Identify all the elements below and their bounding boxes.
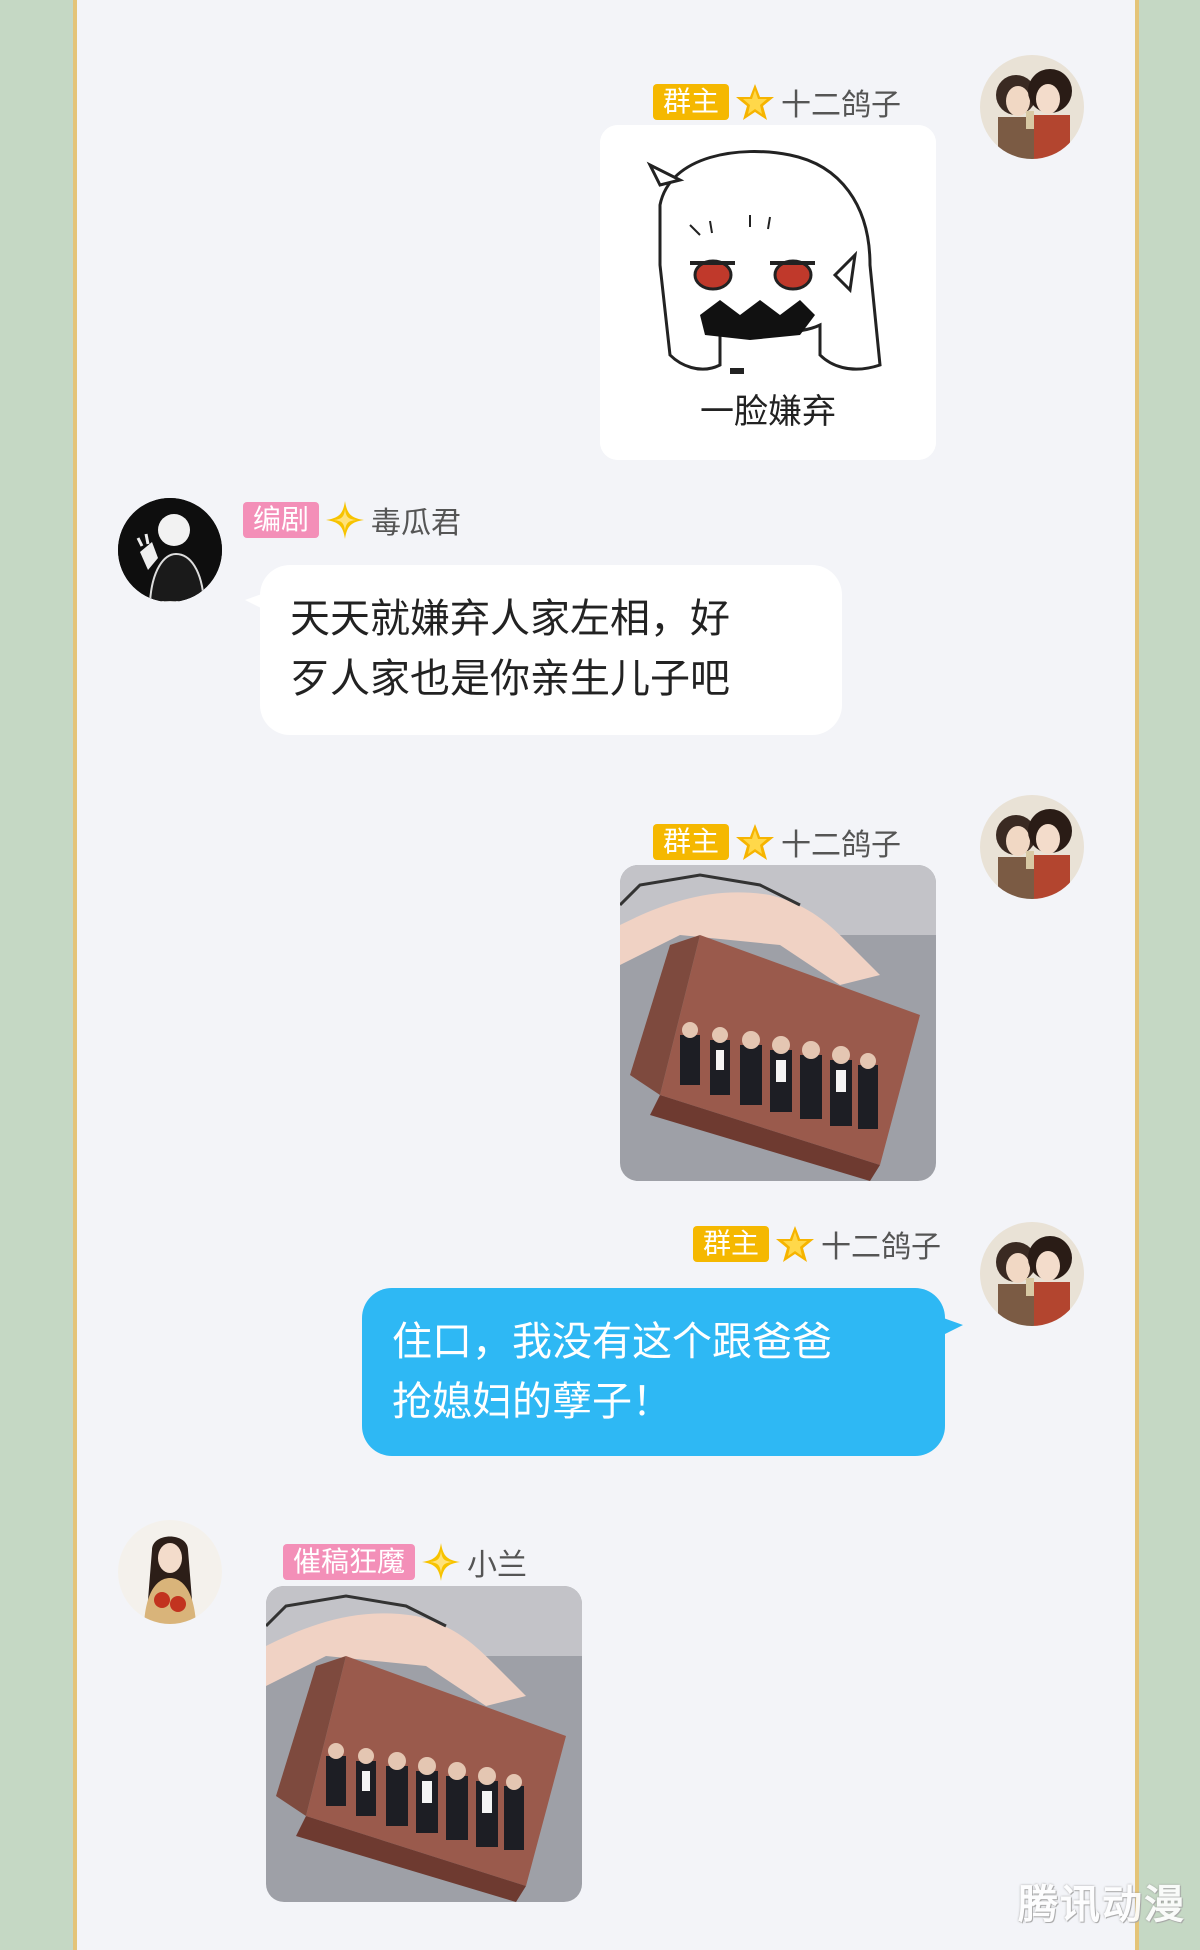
message-line: 天天就嫌弃人家左相，好 (290, 596, 730, 642)
text-message-bubble[interactable]: 天天就嫌弃人家左相，好 歹人家也是你亲生儿子吧 (260, 565, 842, 735)
gold-star-icon (775, 1224, 815, 1264)
gold-star-icon (735, 82, 775, 122)
bubble-tail (935, 1315, 963, 1339)
avatar-xiao-lan[interactable] (118, 1520, 222, 1624)
deadline-demon-badge: 催稿狂魔 (283, 1544, 416, 1580)
owner-badge: 群主 (693, 1226, 770, 1262)
avatar-du-gua-jun[interactable] (118, 498, 222, 602)
sender-name: 十二鸽子 (781, 828, 902, 863)
avatar-figure-icon (118, 498, 222, 602)
message-line: 抢媳妇的孽子！ (392, 1379, 672, 1425)
avatar-shier-gezi[interactable] (980, 55, 1084, 159)
sender-name: 小兰 (467, 1548, 528, 1583)
sender-row: 群主 十二鸽子 (693, 1222, 941, 1266)
diamond-star-icon (421, 1542, 461, 1582)
text-message-bubble[interactable]: 住口，我没有这个跟爸爸 抢媳妇的孽子！ (362, 1288, 945, 1456)
sticker-image[interactable]: 一脸嫌弃 (600, 125, 936, 460)
brick-meme-image[interactable] (620, 865, 936, 1181)
sender-row: 群主 十二鸽子 (653, 820, 901, 864)
avatar-woman-icon (118, 1520, 222, 1624)
owner-badge: 群主 (653, 84, 730, 120)
sender-name: 十二鸽子 (821, 1230, 942, 1265)
brick-meme-image[interactable] (266, 1586, 582, 1902)
owner-badge: 群主 (653, 824, 730, 860)
sender-name: 毒瓜君 (371, 506, 462, 541)
watermark-logo: 腾讯动漫 (1018, 1882, 1186, 1928)
gold-star-icon (735, 822, 775, 862)
sender-row: 群主 十二鸽子 (653, 80, 901, 124)
writer-badge: 编剧 (243, 502, 320, 538)
diamond-star-icon (325, 500, 365, 540)
message-line: 住口，我没有这个跟爸爸 (392, 1319, 832, 1365)
message-line: 歹人家也是你亲生儿子吧 (290, 656, 730, 702)
sender-row: 催稿狂魔 小兰 (283, 1540, 527, 1584)
disgusted-girl-sticker: 一脸嫌弃 (600, 125, 936, 460)
sender-row: 编剧 毒瓜君 (243, 498, 461, 542)
sticker-caption: 一脸嫌弃 (700, 392, 836, 432)
avatar-shier-gezi[interactable] (980, 1222, 1084, 1326)
sender-name: 十二鸽子 (781, 88, 902, 123)
avatar-shier-gezi[interactable] (980, 795, 1084, 899)
